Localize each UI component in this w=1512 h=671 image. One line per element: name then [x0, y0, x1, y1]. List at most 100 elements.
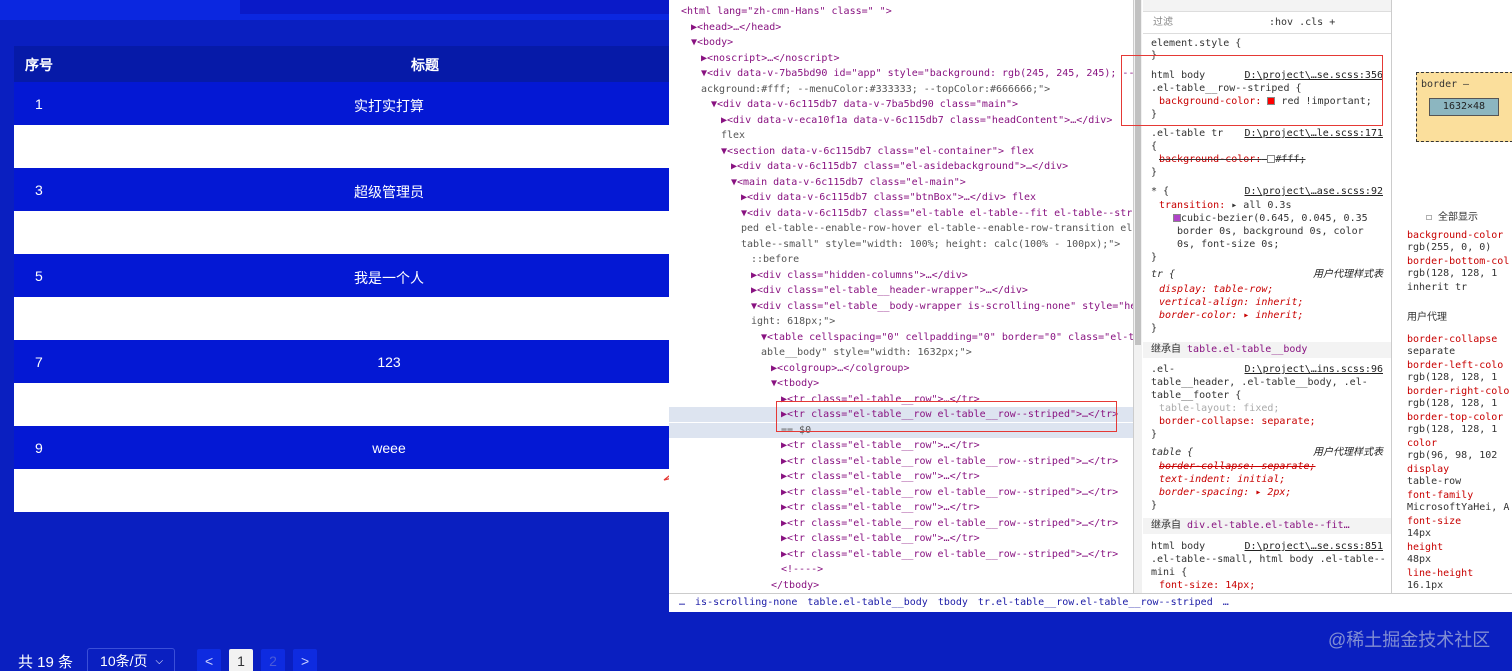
- rule2-prop: background-color:: [1159, 154, 1262, 165]
- dom-node-line[interactable]: ▶<div data-v-6c115db7 class="el-asidebac…: [669, 159, 1133, 174]
- ua1-selector: tr {: [1151, 269, 1176, 280]
- table-header: 序号 标题: [14, 46, 670, 82]
- breadcrumb-item[interactable]: …: [1223, 597, 1229, 608]
- dom-node-line[interactable]: able__body" style="width: 1632px;">: [669, 345, 1133, 360]
- table-row[interactable]: 3 超级管理员: [14, 168, 670, 211]
- dom-node-line[interactable]: ▶<tr class="el-table__row el-table__row-…: [669, 516, 1133, 531]
- styles-filter: 过滤 :hov .cls +: [1143, 12, 1391, 34]
- ua2-selector: table {: [1151, 447, 1194, 458]
- table-row[interactable]: [14, 211, 670, 254]
- dom-node-line[interactable]: ::before: [669, 252, 1133, 267]
- dom-node-line[interactable]: ▼<div data-v-6c115db7 class="el-table el…: [669, 206, 1133, 221]
- computed-prop-name[interactable]: border-right-colo: [1407, 386, 1509, 397]
- computed-prop-name[interactable]: font-size: [1407, 516, 1461, 527]
- rule4-source-link[interactable]: D:\project\…ins.scss:96: [1245, 364, 1383, 377]
- row-title-text: 超级管理员: [354, 184, 424, 200]
- dom-node-line[interactable]: ▼<body>: [669, 35, 1133, 50]
- dom-node-line[interactable]: ackground:#fff; --menuColor:#333333; --t…: [669, 82, 1133, 97]
- bezier-icon[interactable]: [1173, 214, 1181, 222]
- computed-prop-name[interactable]: border-bottom-col: [1407, 256, 1509, 267]
- next-page-button[interactable]: >: [293, 649, 318, 671]
- table-row[interactable]: [14, 297, 670, 340]
- rule3-source-link[interactable]: D:\project\…ase.scss:92: [1245, 186, 1383, 199]
- styles-filter-input[interactable]: 过滤: [1153, 12, 1173, 34]
- dom-node-line[interactable]: ▼<main data-v-6c115db7 class="el-main">: [669, 175, 1133, 190]
- inherit1-target[interactable]: table.el-table__body: [1187, 344, 1307, 355]
- dom-node-line[interactable]: ▶<colgroup>…</colgroup>: [669, 361, 1133, 376]
- dom-node-line[interactable]: ▶<tr class="el-table__row">…</tr>: [669, 500, 1133, 515]
- inherit2-target[interactable]: div.el-table.el-table--fit…: [1187, 520, 1350, 531]
- dom-node-line[interactable]: ▶<tr class="el-table__row el-table__row-…: [669, 454, 1133, 469]
- elements-scroll-thumb[interactable]: [1135, 0, 1141, 345]
- table-row[interactable]: [14, 383, 670, 426]
- dom-node-line[interactable]: ▶<tr class="el-table__row">…</tr>: [669, 531, 1133, 546]
- computed-prop-name[interactable]: color: [1407, 438, 1437, 449]
- dom-node-line[interactable]: ▼<table cellspacing="0" cellpadding="0" …: [669, 330, 1133, 345]
- dom-node-line[interactable]: ▶<tr class="el-table__row el-table__row-…: [669, 547, 1133, 562]
- dom-node-line[interactable]: ▼<tbody>: [669, 376, 1133, 391]
- computed-prop-name[interactable]: display: [1407, 464, 1449, 475]
- row-title-text: 123: [377, 354, 401, 370]
- dom-node-line[interactable]: ▶<div data-v-eca10f1a data-v-6c115db7 cl…: [669, 113, 1133, 128]
- prev-page-button[interactable]: <: [197, 649, 222, 671]
- dom-node-line[interactable]: ▶<div class="el-table__header-wrapper">……: [669, 283, 1133, 298]
- table-row[interactable]: 5 我是一个人: [14, 254, 670, 297]
- rule3-value4: 0s, font-size 0s;: [1177, 239, 1280, 250]
- dom-node-line[interactable]: flex: [669, 128, 1133, 143]
- dom-node-line[interactable]: ped el-table--enable-row-hover el-table-…: [669, 221, 1133, 236]
- show-all-checkbox[interactable]: ☐ 全部显示: [1426, 208, 1478, 223]
- computed-prop-name[interactable]: font-family: [1407, 490, 1473, 501]
- breadcrumb-item[interactable]: is-scrolling-none: [695, 597, 797, 608]
- table-row[interactable]: [14, 125, 670, 168]
- table-row[interactable]: 7 123: [14, 340, 670, 383]
- page-size-select[interactable]: 10条/页 ⌵: [87, 648, 176, 671]
- dom-node-line[interactable]: ▶<head>…</head>: [669, 20, 1133, 35]
- table-row[interactable]: 9 weee: [14, 426, 670, 469]
- computed-prop-value: 14px: [1407, 528, 1432, 539]
- show-all-label: 全部显示: [1438, 212, 1479, 223]
- computed-prop-name[interactable]: line-height: [1407, 568, 1473, 579]
- breadcrumb-item[interactable]: tbody: [938, 597, 968, 608]
- watermark: @稀土掘金技术社区: [1328, 630, 1491, 650]
- ua1-p3: border-color: ▸ inherit;: [1159, 310, 1304, 321]
- chevron-down-icon: ⌵: [155, 655, 164, 667]
- dom-node-line[interactable]: ▼<div data-v-6c115db7 data-v-7ba5bd90 cl…: [669, 97, 1133, 112]
- rule2-source-link[interactable]: D:\project\…le.scss:171: [1245, 128, 1383, 141]
- dom-node-line[interactable]: ▼<section data-v-6c115db7 class="el-cont…: [669, 144, 1133, 159]
- dom-node-line[interactable]: <!---->: [669, 562, 1133, 577]
- computed-prop-name[interactable]: height: [1407, 542, 1443, 553]
- dom-node-line[interactable]: ▼<div class="el-table__body-wrapper is-s…: [669, 299, 1133, 314]
- breadcrumb-item[interactable]: …: [679, 597, 685, 608]
- pagination-total: 共 19 条: [18, 653, 74, 671]
- dom-node-line[interactable]: ▶<tr class="el-table__row el-table__row-…: [669, 485, 1133, 500]
- dom-node-line[interactable]: </tbody>: [669, 578, 1133, 593]
- table-row[interactable]: 1 实打实打算: [14, 82, 670, 125]
- ua2-p1: border-collapse: separate;: [1159, 461, 1316, 472]
- page-2-button[interactable]: 2: [261, 649, 286, 671]
- rule5-sel2: .el-table--small, html body .el-table--: [1151, 554, 1386, 565]
- computed-prop-name[interactable]: border-top-color: [1407, 412, 1503, 423]
- computed-prop-name[interactable]: border-left-colo: [1407, 360, 1503, 371]
- styles-toolbar[interactable]: :hov .cls +: [1269, 12, 1335, 34]
- dom-node-line[interactable]: table--small" style="width: 100%; height…: [669, 237, 1133, 252]
- dom-node-line[interactable]: <html lang="zh-cmn-Hans" class=" ">: [669, 4, 1133, 19]
- dom-node-line[interactable]: ▶<tr class="el-table__row">…</tr>: [669, 469, 1133, 484]
- pagination: 共 19 条 10条/页 ⌵ < 1 2 >: [18, 648, 318, 671]
- dom-node-line[interactable]: ▼<div data-v-7ba5bd90 id="app" style="ba…: [669, 66, 1133, 81]
- dom-node-line[interactable]: ▶<div class="hidden-columns">…</div>: [669, 268, 1133, 283]
- dom-node-line[interactable]: ▶<div data-v-6c115db7 class="btnBox">…</…: [669, 190, 1133, 205]
- rule5-source-link[interactable]: D:\project\…se.scss:851: [1245, 541, 1383, 554]
- computed-prop-name[interactable]: border-collapse: [1407, 334, 1497, 345]
- page-1-button[interactable]: 1: [229, 649, 254, 671]
- rule2-value: #fff;: [1275, 154, 1306, 165]
- devtools-panel: <html lang="zh-cmn-Hans" class=" "> ▶<hea…: [669, 0, 1512, 612]
- dom-node-line[interactable]: ▶<tr class="el-table__row">…</tr>: [669, 438, 1133, 453]
- inherit2-label: 继承自: [1151, 520, 1181, 531]
- breadcrumb-item[interactable]: tr.el-table__row.el-table__row--striped: [978, 597, 1213, 608]
- table-row[interactable]: [14, 469, 670, 512]
- dom-node-line[interactable]: ▶<noscript>…</noscript>: [669, 51, 1133, 66]
- dom-node-line[interactable]: ight: 618px;">: [669, 314, 1133, 329]
- breadcrumb-item[interactable]: table.el-table__body: [807, 597, 927, 608]
- ua1-p2: vertical-align: inherit;: [1159, 297, 1304, 308]
- computed-prop-name[interactable]: background-color: [1407, 230, 1503, 241]
